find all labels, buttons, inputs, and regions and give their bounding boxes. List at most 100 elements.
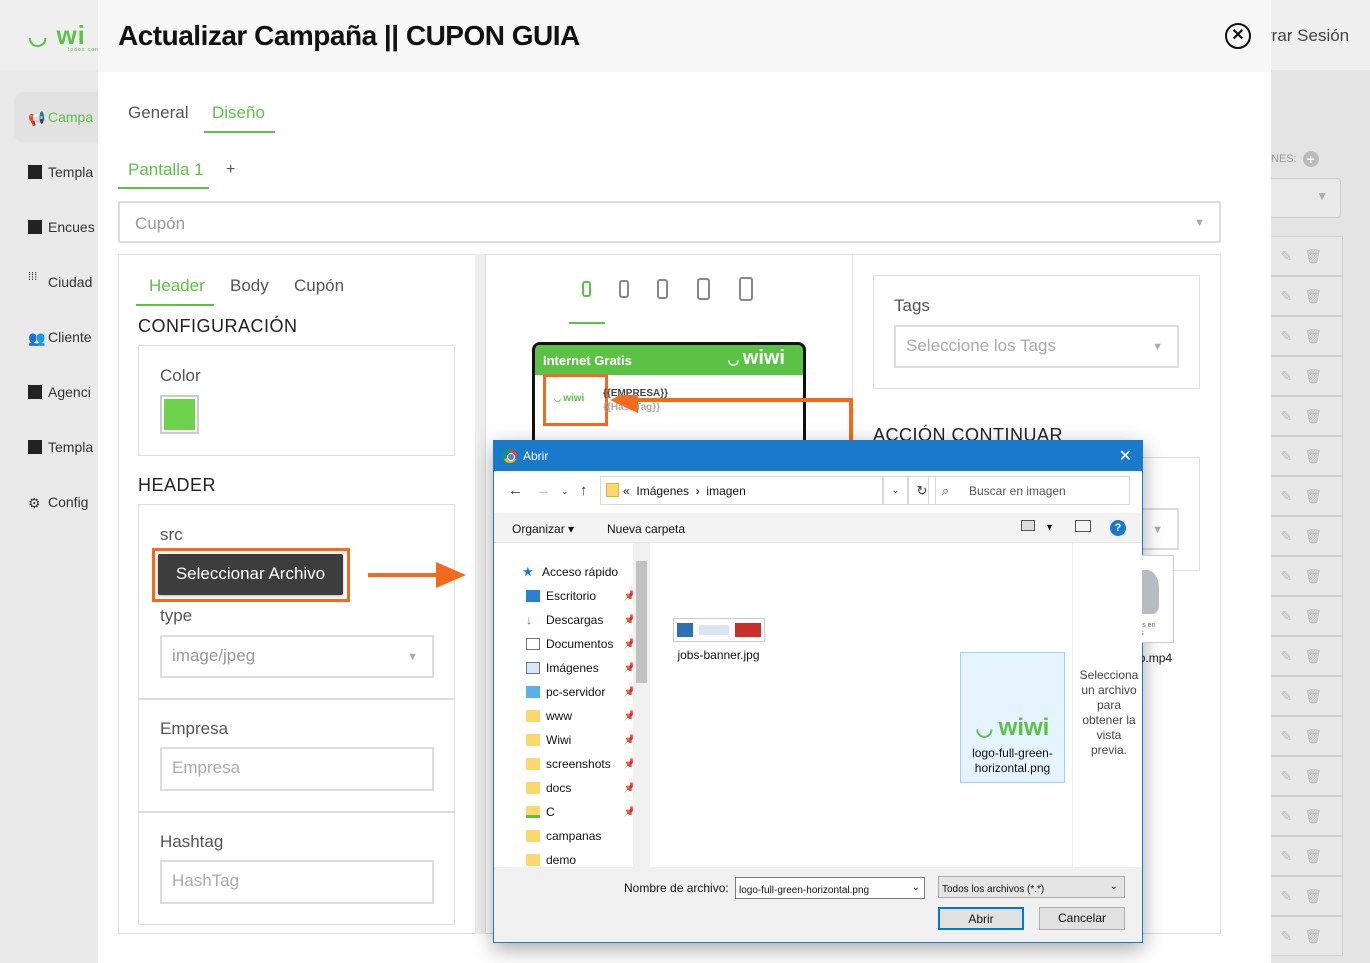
filetype-select[interactable]: Todos los archivos (*.*) ⌄ <box>938 876 1125 898</box>
trash-icon[interactable]: 🗑 <box>1304 248 1322 265</box>
logout-link[interactable]: rrar Sesión <box>1266 26 1349 46</box>
type-select[interactable]: image/jpeg ▼ <box>160 635 434 678</box>
device-phone-icon[interactable] <box>619 280 629 298</box>
view-icon[interactable] <box>1021 520 1035 531</box>
trash-icon[interactable]: 🗑 <box>1304 448 1322 465</box>
search-input[interactable]: ⌕ Buscar en imagen <box>928 476 1130 505</box>
sidebar-item-templates[interactable]: Templa <box>28 162 98 182</box>
tree-item-downloads[interactable]: ↓ Descargas 📌 <box>526 613 636 627</box>
address-bar[interactable]: « Imágenes › imagen <box>600 476 883 505</box>
sidebar-item-campaigns[interactable]: 📢 Campa <box>14 92 98 142</box>
forward-arrow-icon[interactable]: → <box>536 482 551 499</box>
tree-item-pictures[interactable]: Imágenes 📌 <box>526 661 636 675</box>
trash-icon[interactable]: 🗑 <box>1304 688 1322 705</box>
tree-item-demo[interactable]: demo <box>526 853 636 867</box>
tree-item-wiwi[interactable]: Wiwi 📌 <box>526 733 636 747</box>
edit-icon[interactable]: ✎ <box>1280 728 1292 745</box>
device-phone-large-icon[interactable] <box>657 279 668 299</box>
file-item-selected[interactable]: ◡ wiwi logo-full-green-horizontal.png <box>960 652 1065 783</box>
breadcrumb-images[interactable]: Imágenes <box>636 484 689 498</box>
trash-icon[interactable]: 🗑 <box>1304 328 1322 345</box>
subtab-header[interactable]: Header <box>149 276 205 296</box>
trash-icon[interactable]: 🗑 <box>1304 648 1322 665</box>
sidebar-item-surveys[interactable]: Encues <box>28 217 98 237</box>
select-file-button[interactable]: Seleccionar Archivo <box>158 554 343 595</box>
tree-item-www[interactable]: www 📌 <box>526 709 636 723</box>
tree-item-c-drive[interactable]: C 📌 <box>526 805 636 819</box>
tree-item-docs[interactable]: docs 📌 <box>526 781 636 795</box>
trash-icon[interactable]: 🗑 <box>1304 728 1322 745</box>
subtab-cupon[interactable]: Cupón <box>294 276 344 296</box>
sidebar-item-clients[interactable]: 👥 Cliente <box>28 327 98 347</box>
open-button[interactable]: Abrir <box>938 907 1024 930</box>
cancel-button[interactable]: Cancelar <box>1039 907 1125 930</box>
sidebar-item-templates-2[interactable]: Templa <box>28 437 98 457</box>
edit-icon[interactable]: ✎ <box>1280 928 1292 945</box>
device-tablet-large-icon[interactable] <box>739 277 753 301</box>
chevron-down-icon[interactable]: ⌄ <box>912 882 920 893</box>
edit-icon[interactable]: ✎ <box>1280 568 1292 585</box>
tree-scrollbar[interactable] <box>633 543 650 867</box>
up-arrow-icon[interactable]: ↑ <box>580 482 588 499</box>
tab-design[interactable]: Diseño <box>212 103 265 123</box>
tab-general[interactable]: General <box>128 103 188 123</box>
chevron-down-icon[interactable]: ⌄ <box>883 476 908 505</box>
sidebar-item-config[interactable]: ⚙ Config <box>28 492 98 512</box>
tree-item-pc-server[interactable]: pc-servidor 📌 <box>526 685 636 699</box>
trash-icon[interactable]: 🗑 <box>1304 488 1322 505</box>
breadcrumb-imagen[interactable]: imagen <box>706 484 745 498</box>
preview-pane-icon[interactable] <box>1075 520 1091 532</box>
background-select[interactable]: ▼ <box>1271 178 1341 218</box>
device-tablet-icon[interactable] <box>697 278 710 300</box>
edit-icon[interactable]: ✎ <box>1280 848 1292 865</box>
sidebar-item-cities[interactable]: ⁞⁞⁞ Ciudad <box>28 272 98 292</box>
view-dropdown-icon[interactable]: ▼ <box>1045 522 1054 532</box>
tree-item-campanas[interactable]: campanas <box>526 829 636 843</box>
subtab-body[interactable]: Body <box>230 276 269 296</box>
trash-icon[interactable]: 🗑 <box>1304 768 1322 785</box>
add-icon[interactable]: + <box>1302 151 1319 167</box>
template-select[interactable]: Cupón ▼ <box>118 201 1221 243</box>
edit-icon[interactable]: ✎ <box>1280 768 1292 785</box>
edit-icon[interactable]: ✎ <box>1280 488 1292 505</box>
edit-icon[interactable]: ✎ <box>1280 448 1292 465</box>
file-item[interactable]: jobs-banner.jpg <box>671 618 766 663</box>
edit-icon[interactable]: ✎ <box>1280 528 1292 545</box>
trash-icon[interactable]: 🗑 <box>1304 368 1322 385</box>
close-icon[interactable]: ✕ <box>1225 23 1251 49</box>
edit-icon[interactable]: ✎ <box>1280 608 1292 625</box>
scroll-thumb[interactable] <box>636 561 647 683</box>
recent-dropdown-icon[interactable]: ⌄ <box>561 486 569 497</box>
scrollbar[interactable] <box>475 254 485 934</box>
tab-screen-1[interactable]: Pantalla 1 <box>128 160 204 180</box>
edit-icon[interactable]: ✎ <box>1280 688 1292 705</box>
trash-icon[interactable]: 🗑 <box>1304 288 1322 305</box>
filename-input[interactable]: logo-full-green-horizontal.png ⌄ <box>735 877 925 899</box>
hashtag-input[interactable]: HashTag <box>160 860 434 904</box>
edit-icon[interactable]: ✎ <box>1280 368 1292 385</box>
edit-icon[interactable]: ✎ <box>1280 288 1292 305</box>
trash-icon[interactable]: 🗑 <box>1304 528 1322 545</box>
edit-icon[interactable]: ✎ <box>1280 408 1292 425</box>
tree-item-documents[interactable]: Documentos 📌 <box>526 637 636 651</box>
edit-icon[interactable]: ✎ <box>1280 248 1292 265</box>
edit-icon[interactable]: ✎ <box>1280 328 1292 345</box>
trash-icon[interactable]: 🗑 <box>1304 608 1322 625</box>
back-arrow-icon[interactable]: ← <box>508 482 523 499</box>
empresa-input[interactable]: Empresa <box>160 747 434 791</box>
tree-item-desktop[interactable]: Escritorio 📌 <box>526 589 636 603</box>
tree-item-screenshots[interactable]: screenshots 📌 <box>526 757 636 771</box>
help-icon[interactable]: ? <box>1110 520 1126 536</box>
trash-icon[interactable]: 🗑 <box>1304 848 1322 865</box>
edit-icon[interactable]: ✎ <box>1280 648 1292 665</box>
edit-icon[interactable]: ✎ <box>1280 808 1292 825</box>
edit-icon[interactable]: ✎ <box>1280 888 1292 905</box>
new-folder-button[interactable]: Nueva carpeta <box>607 522 685 536</box>
color-swatch[interactable] <box>160 395 199 434</box>
tags-select[interactable]: Seleccione los Tags ▼ <box>894 325 1179 368</box>
trash-icon[interactable]: 🗑 <box>1304 568 1322 585</box>
close-icon[interactable]: ✕ <box>1119 446 1132 466</box>
trash-icon[interactable]: 🗑 <box>1304 408 1322 425</box>
tree-item-quick-access[interactable]: ★ Acceso rápido <box>522 565 632 579</box>
add-screen-button[interactable]: + <box>226 161 235 179</box>
